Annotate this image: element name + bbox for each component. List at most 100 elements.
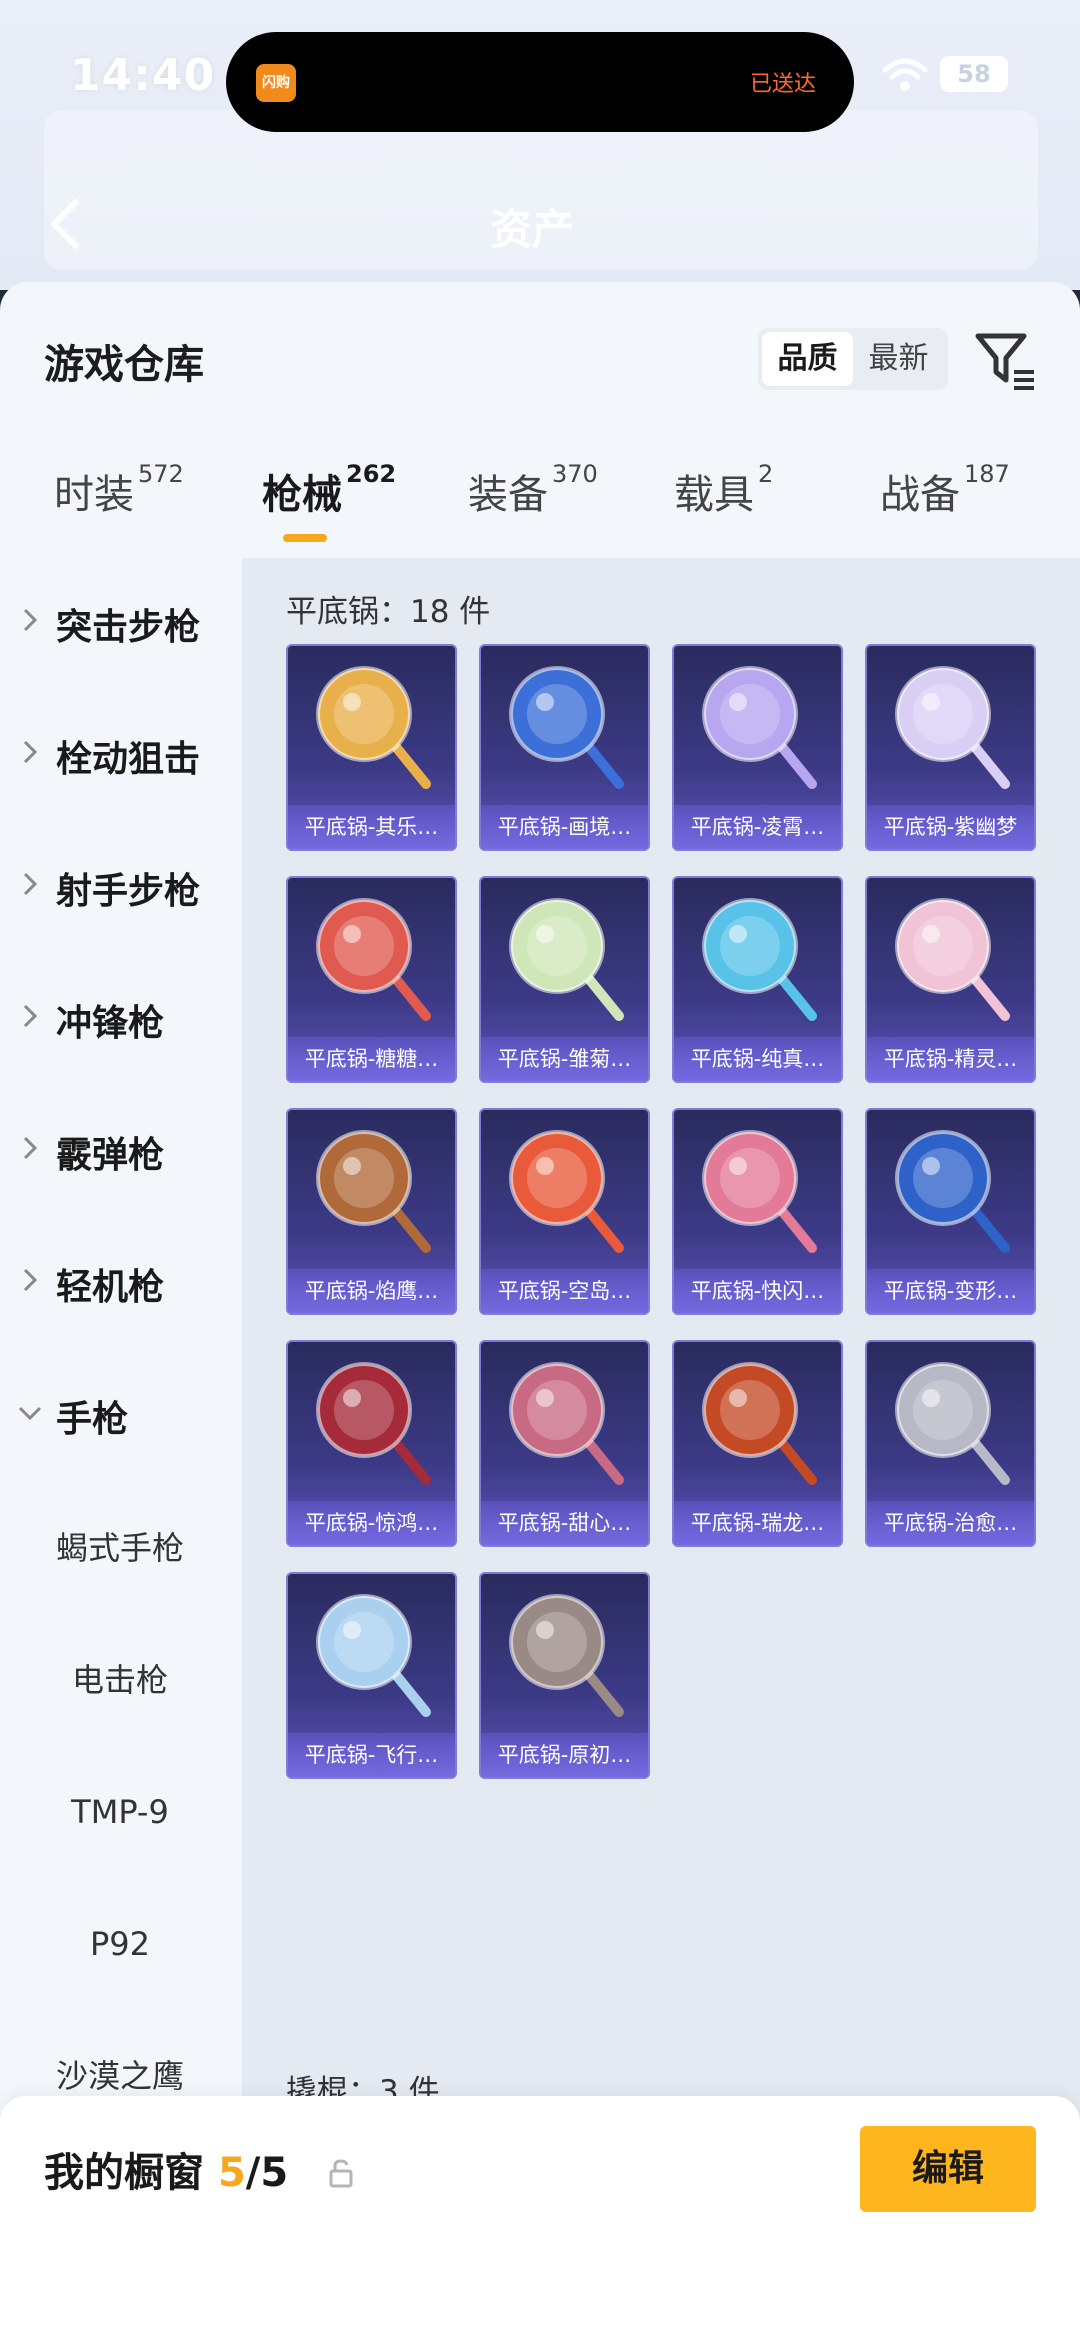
- tab-outfits[interactable]: 时装 572: [54, 460, 184, 520]
- pan-bronze-icon: [316, 1130, 431, 1253]
- pan-dragon-icon: [702, 1362, 817, 1485]
- chevron-right-icon: [23, 740, 38, 764]
- section-title-frying-pan: 平底锅：18 件: [286, 594, 491, 630]
- weapon-category-sidebar: 突击步枪 栓动狙击 射手步枪 冲锋枪 霰弹枪 轻机枪 手枪 蝎式手枪 电击枪 T…: [0, 558, 240, 2341]
- showcase-title: 我的橱窗 5/5: [44, 2140, 288, 2198]
- sidebar-item-label: 轻机枪: [56, 1267, 165, 1308]
- item-label: 平底锅-画境…: [481, 805, 648, 849]
- sidebar-item-label: 冲锋枪: [56, 1003, 165, 1044]
- item-label: 平底锅-甜心…: [481, 1501, 648, 1545]
- pan-orange-icon: [316, 666, 431, 789]
- pan-crimson-icon: [316, 1362, 431, 1485]
- item-card[interactable]: 平底锅-糖糖…: [286, 876, 457, 1083]
- item-card[interactable]: 平底锅-精灵…: [865, 876, 1036, 1083]
- tab-label: 战备: [880, 472, 960, 518]
- item-card[interactable]: 平底锅-其乐…: [286, 644, 457, 851]
- sidebar-item-lmg[interactable]: 轻机枪: [0, 1218, 240, 1350]
- sidebar-item-smg[interactable]: 冲锋枪: [0, 954, 240, 1086]
- item-label: 平底锅-凌霄…: [674, 805, 841, 849]
- tab-firearms[interactable]: 枪械 262: [262, 460, 396, 520]
- tab-equipment[interactable]: 装备 370: [468, 460, 598, 520]
- item-label: 平底锅-其乐…: [288, 805, 455, 849]
- item-card[interactable]: 平底锅-甜心…: [479, 1340, 650, 1547]
- sort-toggle: 品质 最新: [758, 328, 948, 390]
- tab-count: 2: [758, 460, 774, 488]
- sidebar-item-shotgun[interactable]: 霰弹枪: [0, 1086, 240, 1218]
- item-card[interactable]: 平底锅-瑞龙…: [672, 1340, 843, 1547]
- chevron-right-icon: [23, 608, 38, 632]
- item-label: 平底锅-飞行…: [288, 1733, 455, 1777]
- chevron-down-icon: [18, 1406, 42, 1421]
- pan-red-icon: [316, 898, 431, 1021]
- tab-label: 载具: [674, 472, 754, 518]
- item-label: 平底锅-变形…: [867, 1269, 1034, 1313]
- tab-count: 370: [552, 460, 598, 488]
- item-card[interactable]: 平底锅-空岛…: [479, 1108, 650, 1315]
- item-label: 平底锅-治愈…: [867, 1501, 1034, 1545]
- item-card[interactable]: 平底锅-焰鹰…: [286, 1108, 457, 1315]
- showcase-title-text: 我的橱窗: [44, 2150, 204, 2196]
- item-card[interactable]: 平底锅-飞行…: [286, 1572, 457, 1779]
- dynamic-island[interactable]: 闪购 已送达: [226, 32, 854, 132]
- sidebar-item-assault-rifle[interactable]: 突击步枪: [0, 558, 240, 690]
- item-card[interactable]: 平底锅-紫幽梦: [865, 644, 1036, 851]
- tab-label: 时装: [54, 472, 134, 518]
- item-label: 平底锅-空岛…: [481, 1269, 648, 1313]
- sidebar-subitem-stun-gun[interactable]: 电击枪: [0, 1614, 240, 1746]
- item-card[interactable]: 平底锅-雏菊…: [479, 876, 650, 1083]
- item-label: 平底锅-瑞龙…: [674, 1501, 841, 1545]
- edit-button[interactable]: 编辑: [860, 2126, 1036, 2212]
- chevron-right-icon: [23, 1268, 38, 1292]
- pan-cyan-icon: [702, 898, 817, 1021]
- item-label: 平底锅-精灵…: [867, 1037, 1034, 1081]
- item-card[interactable]: 平底锅-纯真…: [672, 876, 843, 1083]
- tab-count: 187: [964, 460, 1010, 488]
- sidebar-subitem-tmp9[interactable]: TMP-9: [0, 1746, 240, 1878]
- sidebar-item-bolt-sniper[interactable]: 栓动狙击: [0, 690, 240, 822]
- back-chevron-icon[interactable]: [44, 196, 84, 256]
- sort-quality-option[interactable]: 品质: [762, 332, 853, 386]
- chevron-right-icon: [23, 1004, 38, 1028]
- item-card[interactable]: 平底锅-画境…: [479, 644, 650, 851]
- sidebar-item-marksman-rifle[interactable]: 射手步枪: [0, 822, 240, 954]
- pan-steel-icon: [509, 1594, 624, 1717]
- pan-multicolor-icon: [509, 1130, 624, 1253]
- item-label: 平底锅-糖糖…: [288, 1037, 455, 1081]
- sidebar-item-pistol[interactable]: 手枪: [0, 1350, 240, 1482]
- tab-label: 装备: [468, 472, 548, 518]
- pan-green-icon: [509, 898, 624, 1021]
- sidebar-subitem-p92[interactable]: P92: [0, 1878, 240, 2010]
- filter-icon[interactable]: [972, 328, 1038, 398]
- item-label: 平底锅-纯真…: [674, 1037, 841, 1081]
- tab-vehicles[interactable]: 载具 2: [674, 460, 774, 520]
- pan-mech-icon: [895, 1130, 1010, 1253]
- item-card[interactable]: 平底锅-治愈…: [865, 1340, 1036, 1547]
- showcase-total-count: /5: [245, 2150, 289, 2196]
- chevron-right-icon: [23, 872, 38, 896]
- item-label: 平底锅-紫幽梦: [867, 805, 1034, 849]
- tab-label: 枪械: [262, 472, 342, 518]
- pan-skyblue-icon: [316, 1594, 431, 1717]
- item-label: 平底锅-快闪…: [674, 1269, 841, 1313]
- item-card[interactable]: 平底锅-变形…: [865, 1108, 1036, 1315]
- tab-supplies[interactable]: 战备 187: [880, 460, 1010, 520]
- sidebar-item-label: 霰弹枪: [56, 1135, 165, 1176]
- pan-pinkdark-icon: [509, 1362, 624, 1485]
- showcase-current-count: 5: [217, 2150, 246, 2196]
- delivery-status: 已送达: [749, 72, 816, 97]
- item-card[interactable]: 平底锅-原初…: [479, 1572, 650, 1779]
- battery-indicator: 58: [940, 56, 1008, 92]
- pan-blue-icon: [509, 666, 624, 789]
- active-tab-indicator: [283, 534, 327, 542]
- pan-silver-icon: [895, 1362, 1010, 1485]
- background-page-title: 资产: [490, 205, 575, 254]
- item-card[interactable]: 平底锅-惊鸿…: [286, 1340, 457, 1547]
- item-card[interactable]: 平底锅-凌霄…: [672, 644, 843, 851]
- sidebar-subitem-skorpion[interactable]: 蝎式手枪: [0, 1482, 240, 1614]
- sort-latest-option[interactable]: 最新: [853, 332, 944, 386]
- category-tabs: 时装 572 枪械 262 装备 370 载具 2 战备 187: [0, 460, 1080, 572]
- item-card[interactable]: 平底锅-快闪…: [672, 1108, 843, 1315]
- pan-lavender-icon: [702, 666, 817, 789]
- item-label: 平底锅-原初…: [481, 1733, 648, 1777]
- sidebar-item-label: 手枪: [56, 1399, 129, 1440]
